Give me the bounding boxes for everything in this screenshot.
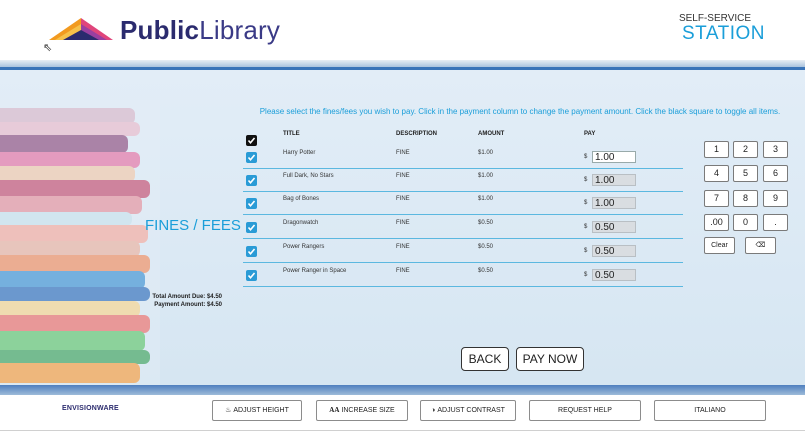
row-pay-input[interactable]: 0.50 [592,221,636,233]
keypad-key[interactable]: 7 [704,190,729,207]
row-pay-currency: $ [584,224,588,230]
row-amount: $1.00 [478,173,494,179]
keypad-key[interactable]: 8 [733,190,758,207]
payment-amount: Payment Amount: $4.50 [154,302,222,308]
books-stack-image [0,100,160,390]
clear-key[interactable]: Clear [704,237,735,254]
back-button[interactable]: BACK [461,347,509,371]
backspace-key[interactable]: ⌫ [745,237,776,254]
increase-size-button[interactable]: AA INCREASE SIZE [316,400,408,421]
bottom-border [0,430,805,431]
row-divider [243,262,683,263]
row-divider [243,238,683,239]
total-due: Total Amount Due: $4.50 [152,294,222,300]
instructions-text: Please select the fines/fees you wish to… [259,107,781,116]
section-title: FINES / FEES [145,217,241,234]
row-description: FINE [396,244,410,250]
brand-name: PublicLibrary [120,15,281,45]
adjust-height-button[interactable]: ♨ ADJUST HEIGHT [212,400,302,421]
row-title: Power Rangers [283,244,325,250]
envisionware-logo: ENVISIONWARE [62,405,119,412]
column-header-title: TITLE [283,131,300,137]
station-label: STATION [681,23,765,44]
row-pay-input[interactable]: 1.00 [592,151,636,163]
row-title: Full Dark, No Stars [283,173,334,179]
row-pay-input[interactable]: 0.50 [592,245,636,257]
header: PublicLibrary ⇖ SELF-SERVICE STATION [0,0,805,60]
row-title: Harry Potter [283,150,316,156]
row-checkbox[interactable] [246,198,257,209]
text-size-icon: AA [329,406,340,414]
keypad-key[interactable]: 1 [704,141,729,158]
footer-divider [0,385,805,395]
row-amount: $0.50 [478,244,494,250]
column-header-description: DESCRIPTION [396,131,438,137]
row-pay-input[interactable]: 0.50 [592,269,636,281]
row-title: Dragonwatch [283,220,319,226]
row-checkbox[interactable] [246,152,257,163]
mouse-pointer-icon: ⇖ [43,42,53,54]
row-divider [243,286,683,287]
keypad-key[interactable]: 2 [733,141,758,158]
row-description: FINE [396,220,410,226]
row-description: FINE [396,268,410,274]
row-pay-currency: $ [584,177,588,183]
row-pay-input[interactable]: 1.00 [592,174,636,186]
row-pay-currency: $ [584,154,588,160]
row-divider [243,168,683,169]
row-pay-currency: $ [584,200,588,206]
keypad-key[interactable]: 0 [733,214,758,231]
pay-now-button[interactable]: PAY NOW [516,347,584,371]
totals-summary: Total Amount Due: $4.50 Payment Amount: … [112,293,222,309]
row-amount: $1.00 [478,196,494,202]
keypad-key[interactable]: 9 [763,190,788,207]
adjust-contrast-button[interactable]: ◑ ADJUST CONTRAST [420,400,516,421]
column-header-pay: PAY [584,131,596,137]
toggle-all-checkbox[interactable] [246,135,257,146]
row-title: Power Ranger in Space [283,268,347,274]
contrast-icon: ◑ [431,407,436,414]
row-description: FINE [396,196,410,202]
library-book-logo-icon [49,18,113,40]
increase-size-label: INCREASE SIZE [341,407,395,414]
row-amount: $0.50 [478,220,494,226]
keypad-key[interactable]: 4 [704,165,729,182]
row-title: Bag of Bones [283,196,320,202]
row-description: FINE [396,173,410,179]
row-amount: $1.00 [478,150,494,156]
adjust-contrast-label: ADJUST CONTRAST [437,407,505,414]
row-description: FINE [396,150,410,156]
request-help-button[interactable]: REQUEST HELP [529,400,641,421]
keypad-key[interactable]: 3 [763,141,788,158]
keypad-key[interactable]: . [763,214,788,231]
keypad-key[interactable]: 6 [763,165,788,182]
row-checkbox[interactable] [246,222,257,233]
header-divider [0,60,805,70]
adjust-height-icon: ♨ [225,407,232,414]
adjust-height-label: ADJUST HEIGHT [233,407,289,414]
row-pay-input[interactable]: 1.00 [592,197,636,209]
backspace-icon: ⌫ [755,242,766,249]
row-divider [243,214,683,215]
keypad-key[interactable]: 5 [733,165,758,182]
row-checkbox[interactable] [246,175,257,186]
row-divider [243,191,683,192]
row-pay-currency: $ [584,248,588,254]
language-button[interactable]: ITALIANO [654,400,766,421]
row-checkbox[interactable] [246,270,257,281]
row-checkbox[interactable] [246,246,257,257]
row-pay-currency: $ [584,272,588,278]
row-amount: $0.50 [478,268,494,274]
keypad-key[interactable]: .00 [704,214,729,231]
column-header-amount: AMOUNT [478,131,505,137]
